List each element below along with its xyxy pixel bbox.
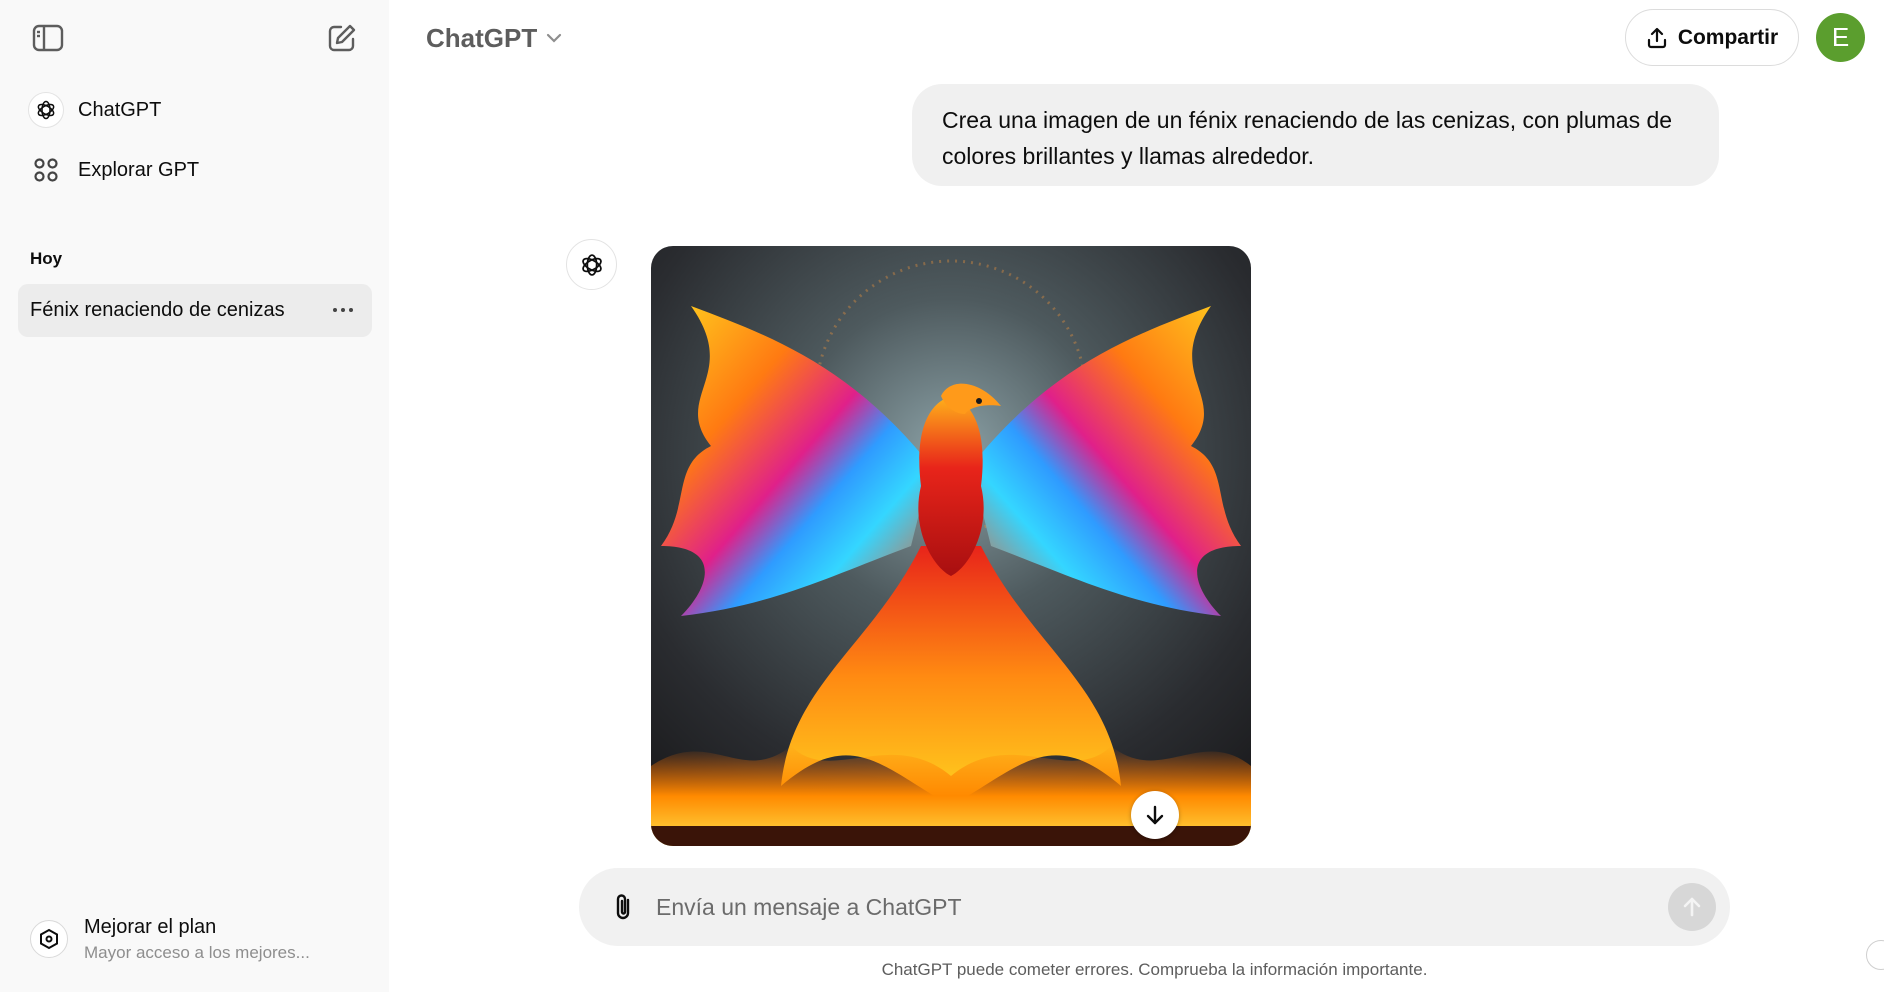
help-button[interactable] [1866,940,1884,970]
arrow-down-icon [1146,805,1164,825]
sidebar-item-label: Explorar GPT [78,158,200,181]
assistant-avatar [566,239,617,290]
openai-logo-icon [28,92,64,128]
model-name: ChatGPT [426,22,538,53]
upgrade-icon [30,920,68,958]
send-button[interactable] [1668,883,1716,931]
upgrade-plan-button[interactable]: Mejorar el plan Mayor acceso a los mejor… [18,906,372,972]
upgrade-subtitle: Mayor acceso a los mejores... [84,942,310,962]
generated-image[interactable] [651,246,1251,846]
user-avatar[interactable]: E [1816,13,1865,62]
message-composer [579,868,1730,946]
attach-button[interactable] [603,887,643,927]
chevron-down-icon [547,33,562,43]
share-icon [1647,27,1666,48]
share-button[interactable]: Compartir [1625,9,1799,66]
new-chat-icon [328,24,356,52]
model-selector[interactable]: ChatGPT [416,16,573,60]
history-section-label: Hoy [30,249,63,268]
message-input[interactable] [656,887,1616,927]
sidebar-toggle-button[interactable] [28,18,68,58]
user-message-bubble: Crea una imagen de un fénix renaciendo d… [912,84,1719,186]
download-image-button[interactable] [1131,791,1179,839]
phoenix-illustration [651,246,1251,846]
upgrade-title: Mejorar el plan [84,915,217,938]
sidebar-toggle-icon [32,24,64,52]
grid-icon [28,152,64,188]
chat-title: Fénix renaciendo de cenizas [30,299,285,321]
new-chat-button[interactable] [322,18,362,58]
sidebar-item-explore-gpts[interactable]: Explorar GPT [18,144,372,196]
paperclip-icon [616,894,630,920]
more-options-icon[interactable] [328,296,358,324]
sidebar-item-chatgpt[interactable]: ChatGPT [18,84,372,136]
sidebar-item-label: ChatGPT [78,98,162,121]
arrow-up-icon [1683,897,1701,917]
sidebar: ChatGPT Explorar GPT Hoy Fénix renaciend… [0,0,389,992]
chat-history-item[interactable]: Fénix renaciendo de cenizas [18,284,372,337]
share-label: Compartir [1677,25,1779,49]
disclaimer-text: ChatGPT puede cometer errores. Comprueba… [881,960,1428,979]
openai-logo-icon [581,253,602,276]
